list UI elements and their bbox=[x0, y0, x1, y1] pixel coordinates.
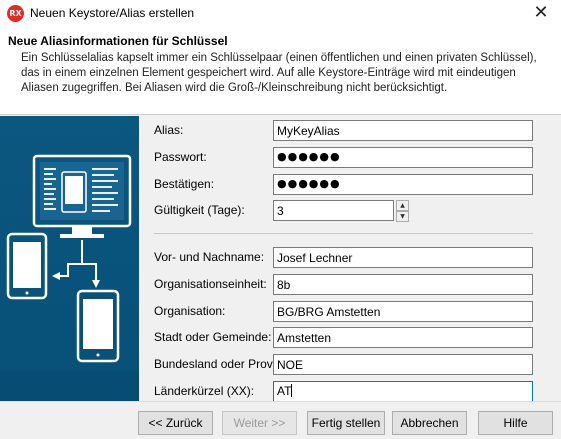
close-button[interactable]: ✕ bbox=[521, 0, 561, 27]
organization-input[interactable] bbox=[273, 301, 533, 322]
state-label: Bundesland oder Provinz: bbox=[154, 357, 292, 371]
confirm-label: Bestätigen: bbox=[154, 177, 215, 191]
devices-illustration-icon bbox=[0, 154, 139, 401]
country-code-value: AT bbox=[277, 384, 292, 398]
validity-spinner: ▲ ▼ bbox=[396, 200, 409, 222]
org-unit-input[interactable] bbox=[273, 274, 533, 295]
header-title: Neue Aliasinformationen für Schlüssel bbox=[8, 34, 228, 48]
password-input[interactable]: ●●●●●● bbox=[273, 147, 533, 168]
org-unit-label: Organisationseinheit: bbox=[154, 277, 267, 291]
next-button[interactable]: Weiter >> bbox=[222, 411, 297, 435]
country-row: Länderkürzel (XX): AT bbox=[154, 381, 534, 402]
organization-label: Organisation: bbox=[154, 304, 226, 318]
wizard-header: Neue Aliasinformationen für Schlüssel Ei… bbox=[0, 27, 561, 115]
help-button[interactable]: Hilfe bbox=[478, 411, 553, 435]
alias-label: Alias: bbox=[154, 123, 184, 137]
wizard-footer: << Zurück Weiter >> Fertig stellen Abbre… bbox=[0, 401, 561, 439]
city-label: Stadt oder Gemeinde: bbox=[154, 330, 272, 344]
back-button[interactable]: << Zurück bbox=[138, 411, 213, 435]
name-input[interactable] bbox=[273, 247, 533, 268]
confirm-password-input[interactable]: ●●●●●● bbox=[273, 174, 533, 195]
keystore-illustration bbox=[0, 116, 139, 401]
validity-label: Gültigkeit (Tage): bbox=[154, 203, 245, 217]
org-unit-row: Organisationseinheit: bbox=[154, 274, 534, 295]
city-row: Stadt oder Gemeinde: bbox=[154, 327, 534, 348]
wizard-content: Alias: Passwort: ●●●●●● Bestätigen: ●●●●… bbox=[0, 116, 561, 402]
app-logo-icon: RX bbox=[7, 5, 24, 22]
text-cursor bbox=[291, 384, 293, 397]
state-input[interactable] bbox=[273, 354, 533, 375]
password-label: Passwort: bbox=[154, 150, 207, 164]
organization-row: Organisation: bbox=[154, 301, 534, 322]
cancel-button[interactable]: Abbrechen bbox=[392, 411, 467, 435]
password-row: Passwort: ●●●●●● bbox=[154, 147, 534, 168]
city-input[interactable] bbox=[273, 327, 533, 348]
finish-button[interactable]: Fertig stellen bbox=[307, 411, 385, 435]
name-label: Vor- und Nachname: bbox=[154, 250, 265, 264]
form-separator bbox=[154, 233, 533, 234]
spin-up-icon[interactable]: ▲ bbox=[396, 200, 409, 211]
spin-down-icon[interactable]: ▼ bbox=[396, 211, 409, 222]
country-label: Länderkürzel (XX): bbox=[154, 384, 255, 398]
state-row: Bundesland oder Provinz: bbox=[154, 354, 534, 375]
title-bar: RX Neuen Keystore/Alias erstellen ✕ bbox=[0, 0, 561, 27]
name-row: Vor- und Nachname: bbox=[154, 247, 534, 268]
alias-input[interactable] bbox=[273, 120, 533, 141]
validity-row: Gültigkeit (Tage): ▲ ▼ bbox=[154, 200, 534, 222]
window-title: Neuen Keystore/Alias erstellen bbox=[30, 6, 195, 20]
confirm-row: Bestätigen: ●●●●●● bbox=[154, 174, 534, 195]
validity-input[interactable] bbox=[273, 200, 394, 221]
country-code-input[interactable]: AT bbox=[273, 381, 533, 402]
alias-row: Alias: bbox=[154, 120, 534, 141]
header-description: Ein Schlüsselalias kapselt immer ein Sch… bbox=[21, 52, 537, 94]
